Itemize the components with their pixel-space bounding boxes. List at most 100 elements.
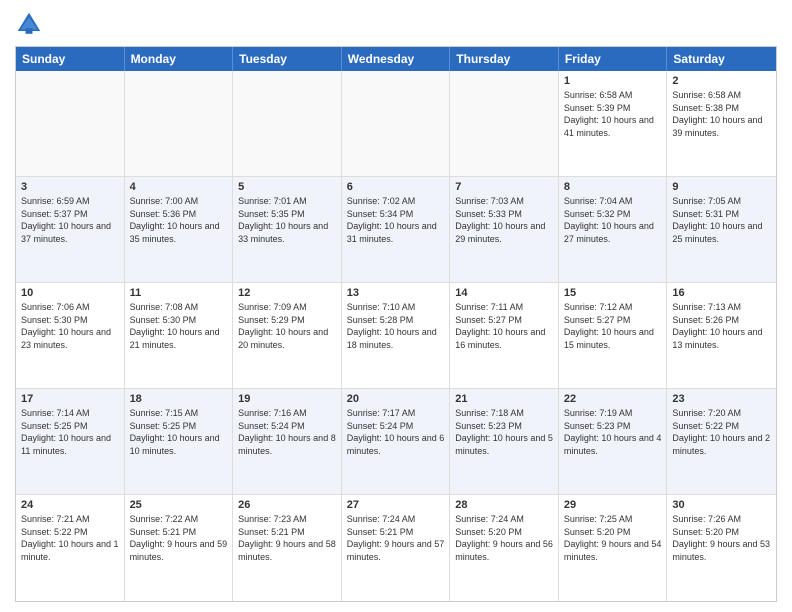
header-day-friday: Friday [559, 47, 668, 71]
header-day-tuesday: Tuesday [233, 47, 342, 71]
day-info: Sunrise: 6:58 AM Sunset: 5:39 PM Dayligh… [564, 89, 662, 139]
day-number: 18 [130, 393, 228, 405]
day-number: 28 [455, 499, 553, 511]
day-number: 4 [130, 181, 228, 193]
day-number: 21 [455, 393, 553, 405]
week-row-5: 24 Sunrise: 7:21 AM Sunset: 5:22 PM Dayli… [16, 495, 776, 601]
day-cell-12: 12 Sunrise: 7:09 AM Sunset: 5:29 PM Dayli… [233, 283, 342, 388]
day-cell-18: 18 Sunrise: 7:15 AM Sunset: 5:25 PM Dayli… [125, 389, 234, 494]
day-cell-19: 19 Sunrise: 7:16 AM Sunset: 5:24 PM Dayli… [233, 389, 342, 494]
header-day-monday: Monday [125, 47, 234, 71]
week-row-1: 1Sunrise: 6:58 AM Sunset: 5:39 PM Daylig… [16, 71, 776, 177]
day-cell-1: 1Sunrise: 6:58 AM Sunset: 5:39 PM Daylig… [559, 71, 668, 176]
day-info: Sunrise: 7:15 AM Sunset: 5:25 PM Dayligh… [130, 407, 228, 457]
day-number: 8 [564, 181, 662, 193]
day-info: Sunrise: 7:20 AM Sunset: 5:22 PM Dayligh… [672, 407, 771, 457]
day-number: 12 [238, 287, 336, 299]
day-cell-7: 7 Sunrise: 7:03 AM Sunset: 5:33 PM Daylig… [450, 177, 559, 282]
day-cell-30: 30 Sunrise: 7:26 AM Sunset: 5:20 PM Dayli… [667, 495, 776, 601]
day-cell-21: 21 Sunrise: 7:18 AM Sunset: 5:23 PM Dayli… [450, 389, 559, 494]
day-info: Sunrise: 7:11 AM Sunset: 5:27 PM Dayligh… [455, 301, 553, 351]
logo-icon [15, 10, 43, 38]
empty-cell [342, 71, 451, 176]
day-number: 2 [672, 75, 771, 87]
day-info: Sunrise: 7:03 AM Sunset: 5:33 PM Dayligh… [455, 195, 553, 245]
page: SundayMondayTuesdayWednesdayThursdayFrid… [0, 0, 792, 612]
day-info: Sunrise: 7:05 AM Sunset: 5:31 PM Dayligh… [672, 195, 771, 245]
day-cell-26: 26 Sunrise: 7:23 AM Sunset: 5:21 PM Dayli… [233, 495, 342, 601]
day-info: Sunrise: 7:14 AM Sunset: 5:25 PM Dayligh… [21, 407, 119, 457]
day-number: 6 [347, 181, 445, 193]
day-cell-6: 6 Sunrise: 7:02 AM Sunset: 5:34 PM Daylig… [342, 177, 451, 282]
day-cell-16: 16 Sunrise: 7:13 AM Sunset: 5:26 PM Dayli… [667, 283, 776, 388]
logo [15, 10, 47, 38]
day-number: 22 [564, 393, 662, 405]
week-row-3: 10 Sunrise: 7:06 AM Sunset: 5:30 PM Dayli… [16, 283, 776, 389]
day-cell-13: 13 Sunrise: 7:10 AM Sunset: 5:28 PM Dayli… [342, 283, 451, 388]
week-row-2: 3 Sunrise: 6:59 AM Sunset: 5:37 PM Daylig… [16, 177, 776, 283]
week-row-4: 17 Sunrise: 7:14 AM Sunset: 5:25 PM Dayli… [16, 389, 776, 495]
day-info: Sunrise: 7:16 AM Sunset: 5:24 PM Dayligh… [238, 407, 336, 457]
day-cell-14: 14 Sunrise: 7:11 AM Sunset: 5:27 PM Dayli… [450, 283, 559, 388]
day-number: 10 [21, 287, 119, 299]
day-info: Sunrise: 7:24 AM Sunset: 5:21 PM Dayligh… [347, 513, 445, 563]
header-day-saturday: Saturday [667, 47, 776, 71]
day-number: 30 [672, 499, 771, 511]
day-number: 26 [238, 499, 336, 511]
empty-cell [16, 71, 125, 176]
day-info: Sunrise: 7:09 AM Sunset: 5:29 PM Dayligh… [238, 301, 336, 351]
header-day-sunday: Sunday [16, 47, 125, 71]
day-cell-28: 28Sunrise: 7:24 AM Sunset: 5:20 PM Dayli… [450, 495, 559, 601]
day-info: Sunrise: 7:04 AM Sunset: 5:32 PM Dayligh… [564, 195, 662, 245]
day-number: 20 [347, 393, 445, 405]
day-info: Sunrise: 6:59 AM Sunset: 5:37 PM Dayligh… [21, 195, 119, 245]
day-cell-9: 9 Sunrise: 7:05 AM Sunset: 5:31 PM Daylig… [667, 177, 776, 282]
day-info: Sunrise: 7:22 AM Sunset: 5:21 PM Dayligh… [130, 513, 228, 563]
day-cell-29: 29 Sunrise: 7:25 AM Sunset: 5:20 PM Dayli… [559, 495, 668, 601]
empty-cell [125, 71, 234, 176]
day-info: Sunrise: 7:08 AM Sunset: 5:30 PM Dayligh… [130, 301, 228, 351]
day-number: 14 [455, 287, 553, 299]
calendar: SundayMondayTuesdayWednesdayThursdayFrid… [15, 46, 777, 602]
day-cell-25: 25Sunrise: 7:22 AM Sunset: 5:21 PM Dayli… [125, 495, 234, 601]
day-number: 7 [455, 181, 553, 193]
day-info: Sunrise: 7:01 AM Sunset: 5:35 PM Dayligh… [238, 195, 336, 245]
day-number: 13 [347, 287, 445, 299]
day-number: 3 [21, 181, 119, 193]
day-number: 23 [672, 393, 771, 405]
day-cell-24: 24 Sunrise: 7:21 AM Sunset: 5:22 PM Dayli… [16, 495, 125, 601]
day-number: 5 [238, 181, 336, 193]
day-info: Sunrise: 7:12 AM Sunset: 5:27 PM Dayligh… [564, 301, 662, 351]
day-cell-27: 27 Sunrise: 7:24 AM Sunset: 5:21 PM Dayli… [342, 495, 451, 601]
day-info: Sunrise: 7:25 AM Sunset: 5:20 PM Dayligh… [564, 513, 662, 563]
day-number: 19 [238, 393, 336, 405]
day-number: 29 [564, 499, 662, 511]
day-cell-23: 23 Sunrise: 7:20 AM Sunset: 5:22 PM Dayli… [667, 389, 776, 494]
day-info: Sunrise: 7:10 AM Sunset: 5:28 PM Dayligh… [347, 301, 445, 351]
day-number: 24 [21, 499, 119, 511]
day-info: Sunrise: 7:23 AM Sunset: 5:21 PM Dayligh… [238, 513, 336, 563]
calendar-header: SundayMondayTuesdayWednesdayThursdayFrid… [16, 47, 776, 71]
day-number: 11 [130, 287, 228, 299]
day-info: Sunrise: 7:18 AM Sunset: 5:23 PM Dayligh… [455, 407, 553, 457]
day-number: 9 [672, 181, 771, 193]
day-info: Sunrise: 6:58 AM Sunset: 5:38 PM Dayligh… [672, 89, 771, 139]
day-info: Sunrise: 7:21 AM Sunset: 5:22 PM Dayligh… [21, 513, 119, 563]
day-cell-11: 11 Sunrise: 7:08 AM Sunset: 5:30 PM Dayli… [125, 283, 234, 388]
day-info: Sunrise: 7:17 AM Sunset: 5:24 PM Dayligh… [347, 407, 445, 457]
day-number: 17 [21, 393, 119, 405]
day-cell-5: 5 Sunrise: 7:01 AM Sunset: 5:35 PM Daylig… [233, 177, 342, 282]
day-info: Sunrise: 7:13 AM Sunset: 5:26 PM Dayligh… [672, 301, 771, 351]
day-cell-15: 15 Sunrise: 7:12 AM Sunset: 5:27 PM Dayli… [559, 283, 668, 388]
day-cell-8: 8 Sunrise: 7:04 AM Sunset: 5:32 PM Daylig… [559, 177, 668, 282]
day-info: Sunrise: 7:26 AM Sunset: 5:20 PM Dayligh… [672, 513, 771, 563]
header-day-wednesday: Wednesday [342, 47, 451, 71]
day-number: 16 [672, 287, 771, 299]
day-info: Sunrise: 7:06 AM Sunset: 5:30 PM Dayligh… [21, 301, 119, 351]
day-number: 27 [347, 499, 445, 511]
empty-cell [450, 71, 559, 176]
day-number: 15 [564, 287, 662, 299]
day-info: Sunrise: 7:19 AM Sunset: 5:23 PM Dayligh… [564, 407, 662, 457]
day-cell-22: 22 Sunrise: 7:19 AM Sunset: 5:23 PM Dayli… [559, 389, 668, 494]
day-info: Sunrise: 7:02 AM Sunset: 5:34 PM Dayligh… [347, 195, 445, 245]
